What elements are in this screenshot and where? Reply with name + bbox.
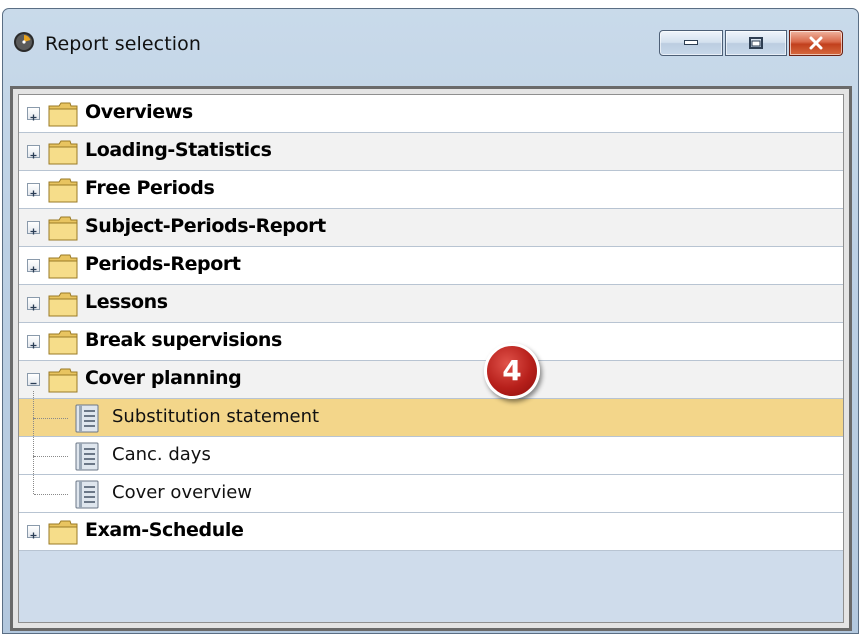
- expand-toggle[interactable]: [27, 221, 40, 235]
- plus-icon: [30, 304, 37, 311]
- tree-item-label: Canc. days: [112, 444, 211, 465]
- plus-icon: [30, 532, 37, 539]
- minimize-button[interactable]: [659, 30, 723, 56]
- report-icon: [75, 480, 99, 509]
- tree-item-label: Cover planning: [85, 367, 242, 389]
- tree-item-label: Subject-Periods-Report: [85, 215, 326, 237]
- report-tree-panel: Overviews Loading-Statistics Free Period…: [10, 86, 852, 631]
- tree-item-label: Free Periods: [85, 177, 215, 199]
- plus-icon: [30, 114, 37, 121]
- plus-icon: [30, 152, 37, 159]
- tree-item-lessons[interactable]: Lessons: [19, 285, 843, 323]
- plus-icon: [30, 342, 37, 349]
- folder-icon: [48, 520, 78, 545]
- expand-toggle[interactable]: [27, 525, 40, 539]
- expand-toggle[interactable]: [27, 183, 40, 197]
- folder-icon: [48, 102, 78, 127]
- expand-toggle[interactable]: [27, 335, 40, 349]
- expand-toggle[interactable]: [27, 145, 40, 159]
- expand-toggle[interactable]: [27, 259, 40, 273]
- tree-item-label: Lessons: [85, 291, 168, 313]
- folder-icon: [48, 216, 78, 241]
- close-icon: [809, 36, 823, 50]
- tree-connector: [33, 391, 34, 418]
- folder-icon: [48, 140, 78, 165]
- plus-icon: [30, 266, 37, 273]
- tree-connector: [34, 418, 68, 419]
- tree-connector: [34, 494, 68, 495]
- expand-toggle[interactable]: [27, 107, 40, 121]
- tree-item-label: Periods-Report: [85, 253, 241, 275]
- expand-toggle[interactable]: [27, 297, 40, 311]
- tree-item-label: Substitution statement: [112, 406, 320, 427]
- tree-item-canc-days[interactable]: Canc. days: [19, 418, 843, 475]
- tree-connector: [33, 418, 34, 456]
- plus-icon: [30, 190, 37, 197]
- folder-icon: [48, 254, 78, 279]
- folder-icon: [48, 292, 78, 317]
- folder-icon: [48, 330, 78, 355]
- tree-item-label: Break supervisions: [85, 329, 282, 351]
- report-tree[interactable]: Overviews Loading-Statistics Free Period…: [18, 94, 844, 623]
- folder-icon: [48, 178, 78, 203]
- report-icon: [75, 404, 99, 433]
- collapse-toggle[interactable]: [27, 373, 40, 386]
- tree-item-label: Loading-Statistics: [85, 139, 272, 161]
- tree-item-label: Cover overview: [112, 482, 253, 503]
- tree-connector: [34, 456, 68, 457]
- tree-item-label: Overviews: [85, 101, 193, 123]
- maximize-button[interactable]: [725, 30, 787, 56]
- minus-icon: [30, 382, 37, 385]
- clock-icon: [14, 32, 34, 52]
- maximize-icon: [749, 37, 763, 49]
- tree-item-break-supervisions[interactable]: Break supervisions: [19, 323, 843, 361]
- title-bar[interactable]: Report selection: [3, 9, 858, 81]
- tree-item-subject-periods-report[interactable]: Subject-Periods-Report: [19, 209, 843, 247]
- tree-item-periods-report[interactable]: Periods-Report: [19, 247, 843, 285]
- report-selection-window: Report selection Overviews Loading-Stati…: [2, 8, 859, 634]
- step-callout-badge: 4: [484, 343, 540, 399]
- tree-item-label: Exam-Schedule: [85, 519, 244, 541]
- folder-icon: [48, 368, 78, 393]
- tree-item-loading-statistics[interactable]: Loading-Statistics: [19, 133, 843, 171]
- minimize-icon: [684, 40, 698, 45]
- tree-rows: Overviews Loading-Statistics Free Period…: [19, 95, 843, 551]
- tree-item-overviews[interactable]: Overviews: [19, 95, 843, 133]
- tree-item-substitution-statement[interactable]: Substitution statement: [19, 391, 843, 437]
- plus-icon: [30, 228, 37, 235]
- report-icon: [75, 442, 99, 471]
- tree-item-free-periods[interactable]: Free Periods: [19, 171, 843, 209]
- tree-item-exam-schedule[interactable]: Exam-Schedule: [19, 513, 843, 551]
- tree-item-cover-overview[interactable]: Cover overview: [19, 456, 843, 513]
- window-title: Report selection: [45, 33, 202, 55]
- tree-connector: [33, 456, 34, 494]
- tree-item-cover-planning[interactable]: Cover planning: [19, 361, 843, 399]
- close-button[interactable]: [789, 30, 843, 56]
